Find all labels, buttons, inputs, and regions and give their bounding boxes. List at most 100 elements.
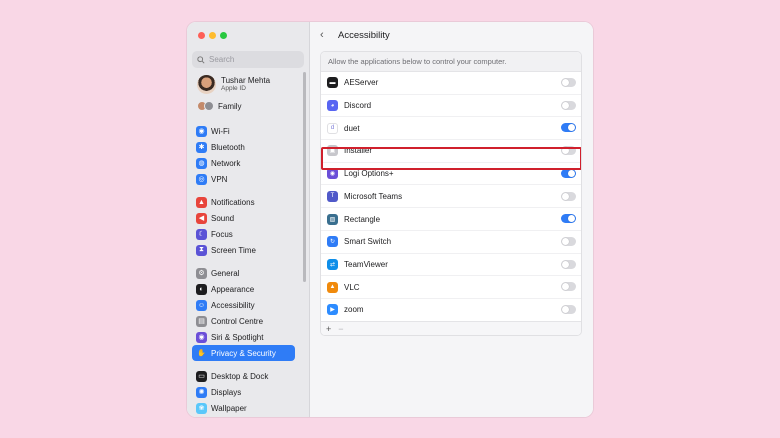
sidebar-item-label: General bbox=[211, 268, 240, 278]
sidebar-item-label: Privacy & Security bbox=[211, 348, 276, 358]
teams-icon: T bbox=[327, 190, 338, 202]
search-input[interactable] bbox=[209, 55, 299, 64]
app-name: VLC bbox=[344, 282, 360, 292]
add-app-button[interactable]: + bbox=[326, 324, 331, 334]
family-avatars bbox=[197, 101, 214, 111]
avatar bbox=[197, 75, 216, 94]
app-row-duet: d duet bbox=[321, 117, 581, 141]
appearance-icon: ◐ bbox=[196, 283, 207, 295]
duet-icon: d bbox=[327, 122, 338, 134]
main-pane: ‹ Accessibility Allow the applications b… bbox=[310, 22, 593, 417]
sidebar-item-label: Appearance bbox=[211, 284, 255, 294]
sidebar-item-displays[interactable]: ✺ Displays bbox=[192, 384, 295, 400]
app-name: TeamViewer bbox=[344, 259, 388, 269]
accessibility-icon: ☺ bbox=[196, 299, 207, 311]
apple-id-account[interactable]: Tushar Mehta Apple ID bbox=[197, 75, 270, 94]
app-name: Smart Switch bbox=[344, 237, 392, 247]
user-name: Tushar Mehta bbox=[221, 76, 271, 85]
wifi-icon: ◉ bbox=[196, 125, 207, 137]
moon-icon: ☾ bbox=[196, 228, 207, 240]
app-permission-toggle[interactable] bbox=[561, 282, 576, 292]
sidebar-item-siri-spotlight[interactable]: ◉ Siri & Spotlight bbox=[192, 329, 295, 345]
sidebar-item-family[interactable]: Family bbox=[197, 101, 242, 111]
sidebar-item-accessibility[interactable]: ☺ Accessibility bbox=[192, 297, 295, 313]
sidebar-item-wallpaper[interactable]: ❀ Wallpaper bbox=[192, 400, 295, 416]
sidebar-item-control-centre[interactable]: ▤ Control Centre bbox=[192, 313, 295, 329]
control-centre-icon: ▤ bbox=[196, 315, 207, 327]
app-permission-toggle[interactable] bbox=[561, 191, 576, 201]
sidebar-item-label: Network bbox=[211, 158, 241, 168]
app-permission-toggle[interactable] bbox=[561, 259, 576, 269]
search-field[interactable] bbox=[192, 51, 304, 68]
display-icon: ✺ bbox=[196, 386, 207, 398]
sidebar-item-vpn[interactable]: ◎ VPN bbox=[192, 171, 295, 187]
sidebar-item-label: Accessibility bbox=[211, 300, 255, 310]
app-row-zoom: ▶ zoom bbox=[321, 299, 581, 322]
app-row-teamviewer: ⇄ TeamViewer bbox=[321, 254, 581, 277]
app-permission-toggle[interactable] bbox=[561, 305, 576, 314]
minimize-button[interactable] bbox=[209, 32, 216, 39]
sidebar-item-wi-fi[interactable]: ◉ Wi-Fi bbox=[192, 123, 295, 139]
sidebar-item-sound[interactable]: ◀ Sound bbox=[192, 210, 295, 226]
app-row-microsoft-teams: T Microsoft Teams bbox=[321, 186, 581, 209]
sidebar-item-label: Screen Time bbox=[211, 245, 256, 255]
window-controls bbox=[198, 32, 227, 39]
sidebar: Tushar Mehta Apple ID Family ◉ Wi-Fi ✱ Blue… bbox=[187, 22, 310, 417]
app-row-rectangle: ▧ Rectangle bbox=[321, 208, 581, 231]
highlight-box bbox=[321, 147, 581, 170]
sidebar-item-label: Siri & Spotlight bbox=[211, 332, 264, 342]
sidebar-scrollbar[interactable] bbox=[303, 72, 306, 282]
back-chevron-icon[interactable]: ‹ bbox=[320, 29, 324, 41]
app-name: duet bbox=[344, 123, 360, 133]
search-icon bbox=[197, 55, 205, 64]
app-permission-toggle[interactable] bbox=[561, 214, 576, 224]
app-row-vlc: ▲ VLC bbox=[321, 276, 581, 299]
sidebar-item-notifications[interactable]: ▲ Notifications bbox=[192, 194, 295, 210]
sidebar-item-screen-time[interactable]: ⧗ Screen Time bbox=[192, 242, 295, 258]
app-permission-toggle[interactable] bbox=[561, 100, 576, 110]
sidebar-item-label: Sound bbox=[211, 213, 235, 223]
sidebar-item-privacy-security[interactable]: ✋ Privacy & Security bbox=[192, 345, 295, 361]
discord-icon: ◕ bbox=[327, 100, 338, 112]
app-name: Microsoft Teams bbox=[344, 191, 403, 201]
sidebar-item-label: Family bbox=[218, 101, 242, 111]
rectangle-icon: ▧ bbox=[327, 213, 338, 225]
bluetooth-icon: ✱ bbox=[196, 141, 207, 153]
vpn-icon: ◎ bbox=[196, 173, 207, 185]
app-row-aeserver: ▬ AEServer bbox=[321, 72, 581, 95]
sidebar-item-desktop-dock[interactable]: ▭ Desktop & Dock bbox=[192, 368, 295, 384]
app-permission-toggle[interactable] bbox=[561, 78, 576, 87]
app-list-panel: Allow the applications below to control … bbox=[320, 51, 582, 336]
app-name: Logi Options+ bbox=[344, 169, 394, 179]
siri-icon: ◉ bbox=[196, 331, 207, 343]
app-permission-toggle[interactable] bbox=[561, 236, 576, 246]
sidebar-item-label: Displays bbox=[211, 387, 242, 397]
sidebar-item-label: Bluetooth bbox=[211, 142, 245, 152]
app-row-discord: ◕ Discord bbox=[321, 95, 581, 118]
remove-app-button[interactable]: − bbox=[338, 324, 343, 334]
sidebar-item-label: Notifications bbox=[211, 197, 255, 207]
sidebar-item-appearance[interactable]: ◐ Appearance bbox=[192, 281, 295, 297]
page-title: Accessibility bbox=[338, 30, 390, 41]
terminal-icon: ▬ bbox=[327, 77, 338, 89]
sidebar-item-focus[interactable]: ☾ Focus bbox=[192, 226, 295, 242]
app-row-smart-switch: ↻ Smart Switch bbox=[321, 231, 581, 254]
zoom-button[interactable] bbox=[220, 32, 227, 39]
sidebar-item-bluetooth[interactable]: ✱ Bluetooth bbox=[192, 139, 295, 155]
sidebar-item-label: Wi-Fi bbox=[211, 126, 230, 136]
sidebar-item-label: Focus bbox=[211, 229, 233, 239]
app-permission-toggle[interactable] bbox=[561, 123, 576, 133]
app-permission-toggle[interactable] bbox=[561, 168, 576, 178]
globe-icon: ◍ bbox=[196, 157, 207, 169]
close-button[interactable] bbox=[198, 32, 205, 39]
sidebar-item-network[interactable]: ◍ Network bbox=[192, 155, 295, 171]
sidebar-item-general[interactable]: ⚙ General bbox=[192, 265, 295, 281]
app-name: AEServer bbox=[344, 78, 379, 88]
panel-description: Allow the applications below to control … bbox=[321, 52, 581, 72]
settings-window: Tushar Mehta Apple ID Family ◉ Wi-Fi ✱ Blue… bbox=[187, 22, 593, 417]
sidebar-item-label: Wallpaper bbox=[211, 403, 247, 413]
sidebar-item-label: VPN bbox=[211, 174, 228, 184]
bell-icon: ▲ bbox=[196, 196, 207, 208]
desktop-icon: ▭ bbox=[196, 370, 207, 382]
sidebar-item-label: Control Centre bbox=[211, 316, 264, 326]
